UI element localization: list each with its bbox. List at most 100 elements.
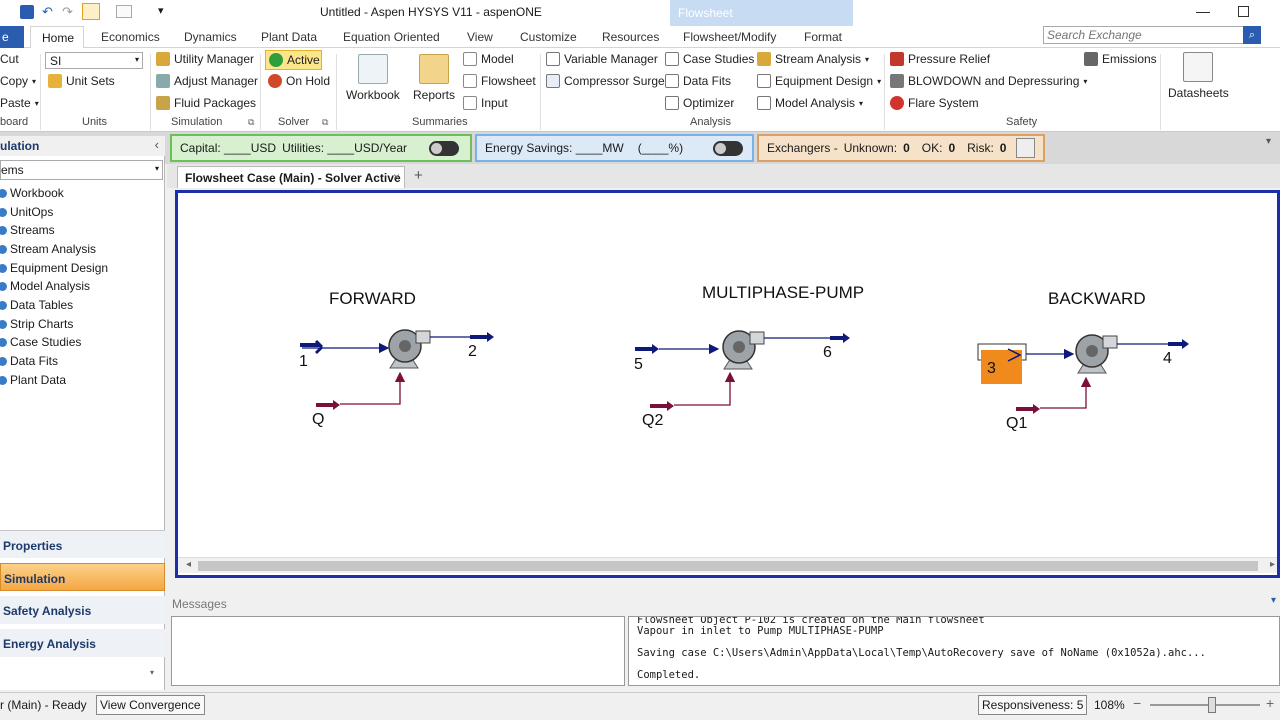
nav-section-properties[interactable]: Properties <box>0 530 165 558</box>
tab-view[interactable]: View <box>467 30 493 44</box>
close-icon[interactable]: × <box>393 170 400 184</box>
nav-item-case-studies[interactable]: Case Studies <box>0 335 81 349</box>
emissions-button[interactable]: Emissions <box>1084 52 1157 66</box>
unit-sets-button[interactable]: Unit Sets <box>48 74 115 88</box>
nav-item-model-analysis[interactable]: Model Analysis <box>0 279 90 293</box>
compressor-surge-button[interactable]: Compressor Surge <box>546 74 665 88</box>
nav-item-data-fits[interactable]: Data Fits <box>0 354 58 368</box>
undo-icon[interactable]: ↶ <box>42 4 53 20</box>
save-icon[interactable] <box>20 5 34 19</box>
case-studies-button[interactable]: Case Studies <box>665 52 754 66</box>
dialog-launcher-icon[interactable]: ⧉ <box>248 117 254 128</box>
chevron-down-icon[interactable]: ▾ <box>1271 595 1276 606</box>
tab-customize[interactable]: Customize <box>520 30 577 44</box>
fluid-packages-button[interactable]: Fluid Packages <box>156 96 256 110</box>
pressure-relief-button[interactable]: Pressure Relief <box>890 52 990 66</box>
zoom-slider[interactable] <box>1150 697 1260 713</box>
responsiveness-button[interactable]: Responsiveness: 5 <box>978 695 1088 715</box>
zoom-slider-thumb[interactable] <box>1208 697 1216 713</box>
tab-economics[interactable]: Economics <box>101 30 160 44</box>
adjust-manager-button[interactable]: Adjust Manager <box>156 74 258 88</box>
solver-on-hold-button[interactable]: On Hold <box>268 74 330 88</box>
stream-analysis-button[interactable]: Stream Analysis ▾ <box>757 52 869 66</box>
solver-active-label: Active <box>287 53 320 67</box>
nav-item-workbook[interactable]: Workbook <box>0 186 64 200</box>
optimizer-button[interactable]: Optimizer <box>665 96 734 110</box>
message-line: Saving case C:\Users\Admin\AppData\Local… <box>637 647 1206 659</box>
quick-access-icon[interactable] <box>82 3 100 20</box>
search-icon[interactable]: ⌕ <box>1243 26 1261 44</box>
flowsheet-summary-button[interactable]: Flowsheet <box>463 74 536 88</box>
chevron-down-icon[interactable]: ▾ <box>1266 136 1271 147</box>
messages-log[interactable]: Flowsheet Object P-102 is created on the… <box>628 616 1280 686</box>
scroll-left-icon[interactable]: ◂ <box>186 559 191 570</box>
nav-item-strip-charts[interactable]: Strip Charts <box>0 317 73 331</box>
nav-section-simulation[interactable]: Simulation <box>0 563 165 591</box>
nav-item-data-tables[interactable]: Data Tables <box>0 298 73 312</box>
utility-manager-button[interactable]: Utility Manager <box>156 52 254 66</box>
view-convergence-button[interactable]: View Convergence <box>96 695 205 715</box>
nav-section-safety-analysis[interactable]: Safety Analysis <box>0 596 165 624</box>
zoom-in-icon[interactable]: + <box>1266 695 1274 711</box>
tab-resources[interactable]: Resources <box>602 30 659 44</box>
variable-manager-button[interactable]: Variable Manager <box>546 52 658 66</box>
workbook-button[interactable]: Workbook <box>346 54 400 102</box>
search-input[interactable] <box>1044 27 1240 43</box>
customize-qat-icon[interactable]: ▾ <box>158 4 164 17</box>
tab-flowsheet-modify[interactable]: Flowsheet/Modify <box>683 30 776 44</box>
nav-item-unitops[interactable]: UnitOps <box>0 205 53 219</box>
chevron-down-icon[interactable]: ▾ <box>150 668 154 677</box>
redo-icon[interactable]: ↷ <box>62 4 73 20</box>
cut-button[interactable]: Cut <box>0 52 19 66</box>
energy-toggle[interactable] <box>713 140 744 156</box>
reports-button[interactable]: Reports <box>413 54 455 102</box>
solver-active-button[interactable]: Active <box>265 50 322 70</box>
flare-system-button[interactable]: Flare System <box>890 96 979 110</box>
new-tab-icon[interactable]: + <box>414 167 423 184</box>
minimize-icon[interactable]: — <box>1196 3 1210 19</box>
copy-button[interactable]: Copy ▾ <box>0 74 36 88</box>
blowdown-button[interactable]: BLOWDOWN and Depressuring ▾ <box>890 74 1087 88</box>
nav-item-equipment-design[interactable]: Equipment Design <box>0 261 108 275</box>
datasheets-button[interactable]: Datasheets <box>1168 52 1229 100</box>
nav-item-streams[interactable]: Streams <box>0 223 55 237</box>
nav-section-energy-analysis[interactable]: Energy Analysis <box>0 629 165 657</box>
model-button[interactable]: Model <box>463 52 514 66</box>
nav-item-label: Workbook <box>10 186 64 200</box>
tab-format[interactable]: Format <box>804 30 842 44</box>
open-icon[interactable] <box>116 5 132 18</box>
tab-dynamics[interactable]: Dynamics <box>184 30 237 44</box>
equipment-design-button[interactable]: Equipment Design ▾ <box>757 74 881 88</box>
messages-header: Messages ▾ <box>167 594 1280 614</box>
paste-button[interactable]: Paste ▾ <box>0 96 39 110</box>
pump-forward[interactable] <box>300 329 494 410</box>
search-exchange[interactable] <box>1043 26 1261 44</box>
capital-toggle[interactable] <box>429 140 460 156</box>
collapse-icon[interactable]: ‹ <box>155 137 159 152</box>
nav-filter-select[interactable]: ems ▾ <box>0 160 163 180</box>
zoom-out-icon[interactable]: − <box>1133 695 1141 711</box>
file-tab[interactable]: e <box>0 26 24 48</box>
tab-equation-oriented[interactable]: Equation Oriented <box>343 30 440 44</box>
restore-icon[interactable] <box>1238 6 1249 17</box>
nav-item-plant-data[interactable]: Plant Data <box>0 373 66 387</box>
tab-flowsheet-case[interactable]: Flowsheet Case (Main) - Solver Active × <box>177 166 405 188</box>
dialog-launcher-icon[interactable]: ⧉ <box>322 117 328 128</box>
nav-item-label: Stream Analysis <box>10 242 97 256</box>
model-analysis-button[interactable]: Model Analysis ▾ <box>757 96 863 110</box>
data-fits-button[interactable]: Data Fits <box>665 74 731 88</box>
messages-left-pane[interactable] <box>171 616 625 686</box>
message-line: Vapour in inlet to Pump MULTIPHASE-PUMP <box>637 625 884 637</box>
scroll-right-icon[interactable]: ▸ <box>1270 559 1275 570</box>
pump-multiphase[interactable] <box>635 330 850 411</box>
exchanger-options-icon[interactable] <box>1016 138 1035 158</box>
tab-home[interactable]: Home <box>30 26 84 49</box>
unit-set-select[interactable]: SI ▾ <box>45 52 143 69</box>
flowsheet-canvas[interactable]: FORWARD 1 2 Q MULTIPHASE-PUMP 5 6 Q2 BAC… <box>175 190 1280 578</box>
nav-item-stream-analysis[interactable]: Stream Analysis <box>0 242 96 256</box>
pump-backward[interactable] <box>977 334 1189 414</box>
horizontal-scrollbar[interactable]: ◂ ▸ <box>178 557 1277 573</box>
tab-plant-data[interactable]: Plant Data <box>261 30 317 44</box>
input-summary-button[interactable]: Input <box>463 96 508 110</box>
scrollbar-thumb[interactable] <box>198 561 1258 571</box>
